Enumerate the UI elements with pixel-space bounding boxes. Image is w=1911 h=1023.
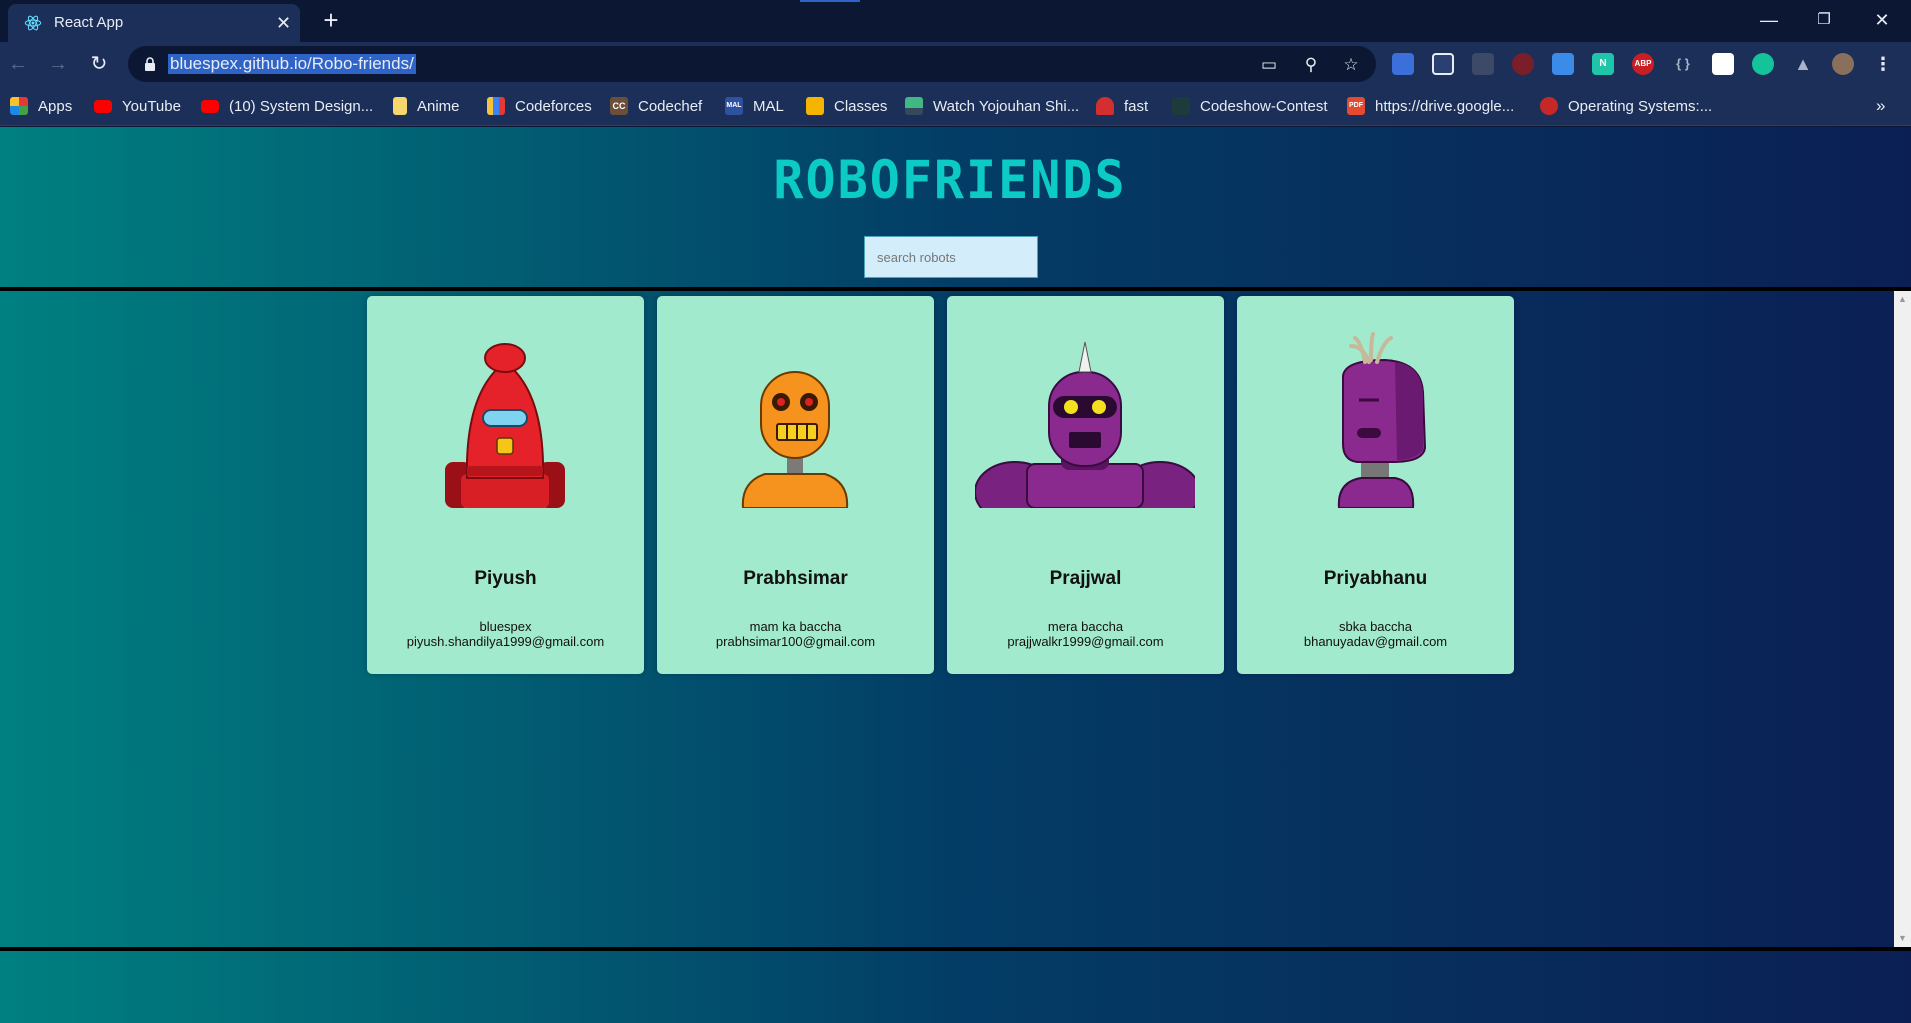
code-icon: [1172, 97, 1190, 115]
os-icon: [1540, 97, 1558, 115]
scrollbar[interactable]: ▲ ▼: [1894, 291, 1911, 947]
new-tab-button[interactable]: +: [316, 6, 346, 36]
bookmark-drive[interactable]: PDF https://drive.google...: [1347, 94, 1514, 118]
tab-close-icon[interactable]: ✕: [276, 13, 291, 33]
restore-button[interactable]: ❐: [1804, 6, 1844, 34]
robot-card[interactable]: Piyush bluespex piyush.shandilya1999@gma…: [367, 296, 644, 674]
forward-icon[interactable]: →: [44, 50, 72, 78]
apps-grid-icon: [10, 97, 28, 115]
braces-icon[interactable]: { }: [1672, 53, 1694, 75]
back-icon[interactable]: ←: [4, 50, 32, 78]
cast-icon[interactable]: ▭: [1258, 54, 1280, 76]
grammarly-icon[interactable]: [1752, 53, 1774, 75]
bookmark-youtube[interactable]: YouTube: [94, 94, 181, 118]
robot-email: prajjwalkr1999@gmail.com: [1007, 634, 1164, 649]
star-icon[interactable]: ☆: [1340, 54, 1362, 76]
bookmark-yojouhan[interactable]: Watch Yojouhan Shi...: [905, 94, 1079, 118]
pdf-icon: PDF: [1347, 97, 1365, 115]
menu-icon[interactable]: ⋮: [1872, 53, 1894, 75]
address-bar[interactable]: bluespex.github.io/Robo-friends/ ▭ ⚲ ☆: [128, 46, 1376, 82]
bookmark-operating-systems[interactable]: Operating Systems:...: [1540, 94, 1712, 118]
robot-image: [741, 371, 849, 508]
extension-icon[interactable]: [1392, 53, 1414, 75]
robot-card[interactable]: Priyabhanu sbka baccha bhanuyadav@gmail.…: [1237, 296, 1514, 674]
robot-tagline: sbka baccha: [1339, 619, 1412, 634]
robot-card[interactable]: Prajjwal mera baccha prajjwalkr1999@gmai…: [947, 296, 1224, 674]
classroom-icon: [806, 97, 824, 115]
search-input[interactable]: [864, 236, 1038, 278]
trello-icon[interactable]: [1712, 53, 1734, 75]
bookmark-anime[interactable]: Anime: [393, 94, 460, 118]
card-scroll-area[interactable]: ▲ ▼ Piyush bluespex piyush.shandilya1999…: [0, 287, 1911, 951]
minimize-button[interactable]: —: [1749, 6, 1789, 34]
tab-title: React App: [54, 14, 124, 31]
bookmark-system-design[interactable]: (10) System Design...: [201, 94, 373, 118]
robot-tagline: bluespex: [479, 619, 532, 634]
youtube-icon: [201, 99, 219, 113]
codechef-icon: CC: [610, 97, 628, 115]
robot-name: Priyabhanu: [1323, 568, 1428, 589]
pocket-icon[interactable]: [1432, 53, 1454, 75]
robot-image: [975, 341, 1195, 508]
zoom-icon[interactable]: ⚲: [1300, 54, 1322, 76]
lock-icon: [145, 57, 155, 71]
extensions-icon[interactable]: ▲: [1792, 53, 1814, 75]
robot-image: [1337, 332, 1427, 508]
robot-image: [445, 343, 565, 508]
window-close-button[interactable]: ✕: [1862, 6, 1902, 34]
vue-icon: [905, 97, 923, 115]
robot-tagline: mam ka baccha: [749, 619, 842, 634]
record-icon[interactable]: [1512, 53, 1534, 75]
robot-name: Prajjwal: [1049, 568, 1122, 589]
bookmark-codechef[interactable]: CC Codechef: [610, 94, 702, 118]
robofriends-page: ROBOFRIENDS ▲ ▼ Piyush bluespex piyush.s…: [0, 127, 1911, 1023]
bookmark-codeforces[interactable]: Codeforces: [487, 94, 592, 118]
file-icon: [393, 97, 407, 115]
url-text[interactable]: bluespex.github.io/Robo-friends/: [168, 54, 416, 74]
reload-icon[interactable]: ↻: [85, 50, 113, 78]
tab-react-app[interactable]: React App ✕: [8, 4, 300, 42]
react-icon: [24, 15, 42, 31]
browser-toolbar: ← → ↻ bluespex.github.io/Robo-friends/ ▭…: [0, 42, 1911, 86]
robot-tagline: mera baccha: [1047, 619, 1124, 634]
bookmarks-overflow-icon[interactable]: »: [1876, 94, 1885, 118]
reader-icon[interactable]: [1552, 53, 1574, 75]
scroll-up-icon[interactable]: ▲: [1894, 291, 1911, 308]
bookmarks-bar: Apps YouTube (10) System Design... Anime…: [0, 86, 1911, 126]
robot-email: prabhsimar100@gmail.com: [715, 634, 876, 649]
robot-name: Prabhsimar: [743, 568, 848, 589]
n-extension-icon[interactable]: N: [1592, 53, 1614, 75]
bookmark-classes[interactable]: Classes: [806, 94, 887, 118]
bookmark-fast[interactable]: fast: [1096, 94, 1148, 118]
bookmark-codeshow[interactable]: Codeshow-Contest: [1172, 94, 1328, 118]
codeforces-icon: [487, 97, 505, 115]
bookmark-mal[interactable]: MAL MAL: [725, 94, 784, 118]
robot-card[interactable]: Prabhsimar mam ka baccha prabhsimar100@g…: [657, 296, 934, 674]
mal-icon: MAL: [725, 97, 743, 115]
speed-icon: [1096, 97, 1114, 115]
tab-bar: React App ✕ + — ❐ ✕: [0, 0, 1911, 42]
adblock-icon[interactable]: ABP: [1632, 53, 1654, 75]
profile-avatar[interactable]: [1832, 53, 1854, 75]
tab-strip-indicator: [800, 0, 860, 2]
bookmark-apps[interactable]: Apps: [10, 94, 72, 118]
page-title: ROBOFRIENDS: [773, 149, 1127, 211]
bulb-icon[interactable]: [1472, 53, 1494, 75]
robot-email: bhanuyadav@gmail.com: [1303, 634, 1448, 649]
robot-email: piyush.shandilya1999@gmail.com: [406, 634, 605, 649]
scroll-down-icon[interactable]: ▼: [1894, 930, 1911, 947]
robot-name: Piyush: [474, 568, 537, 589]
youtube-icon: [94, 99, 112, 113]
